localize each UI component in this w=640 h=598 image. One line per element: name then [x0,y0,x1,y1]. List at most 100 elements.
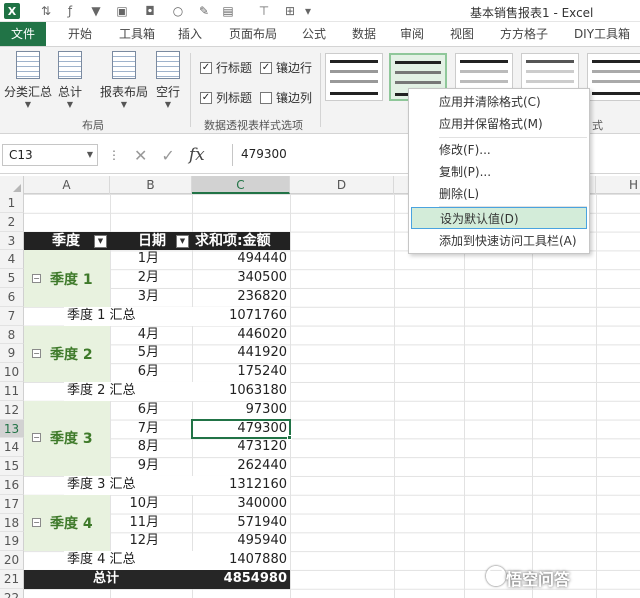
grand-totals-button[interactable]: 总计 ▼ [58,51,82,109]
tab-file[interactable]: 文件 [0,22,46,46]
menu-item-set-default[interactable]: 设为默认值(D) [411,207,587,229]
tab-diy-toolbox[interactable]: DIY工具箱 [568,22,636,46]
checkbox-row-headers[interactable]: ✓ 行标题 [200,59,252,76]
amount-cell[interactable]: 175240 [192,363,290,382]
date-cell[interactable]: 5月 [110,344,162,363]
tab-data[interactable]: 数据 [344,22,384,46]
function-icon[interactable]: ƒ [62,3,78,19]
row-header[interactable]: 6 [0,288,24,307]
subtotal-amount[interactable]: 1312160 [192,476,290,495]
document-icon[interactable]: ▣ [114,3,130,19]
name-box[interactable]: C13 ▼ [2,144,98,166]
subtotal-label[interactable]: 季度 2 汇总 [64,382,192,401]
amount-cell[interactable]: 473120 [192,438,290,457]
tab-fangfang[interactable]: 方方格子 [494,22,554,46]
report-layout-button[interactable]: 报表布局 ▼ [100,51,148,109]
row-header[interactable]: 3 [0,231,24,251]
subtotal-label[interactable]: 季度 4 汇总 [64,551,192,570]
select-all-button[interactable] [0,176,24,194]
menu-item-modify[interactable]: 修改(F)... [411,139,587,161]
row-header[interactable]: 17 [0,494,24,514]
menu-item-delete[interactable]: 删除(L) [411,183,587,205]
row-header[interactable]: 22 [0,588,24,598]
freeze-icon[interactable]: ⊞ [282,3,298,19]
date-cell[interactable]: 7月 [110,420,162,439]
row-header[interactable]: 16 [0,476,24,495]
date-cell[interactable]: 8月 [110,438,162,457]
row-header[interactable]: 21 [0,570,24,589]
menu-item-duplicate[interactable]: 复制(P)... [411,161,587,183]
worksheet-grid[interactable]: 1 2 3 4 5 6 7 8 9 10 11 12 13 14 15 16 17 18 19 20 21 22 季度 ▼ 日期… [0,194,640,598]
tab-review[interactable]: 审阅 [392,22,432,46]
pivot-style-thumb[interactable] [587,53,640,101]
amount-cell[interactable]: 441920 [192,344,290,363]
row-header[interactable]: 8 [0,325,24,345]
row-header[interactable]: 13 [0,419,24,439]
row-header[interactable]: 19 [0,532,24,552]
amount-cell[interactable]: 236820 [192,288,290,307]
shape-icon[interactable]: ○ [170,3,186,19]
filter-dropdown-icon[interactable]: ▼ [94,234,107,248]
row-header[interactable]: 9 [0,344,24,364]
date-cell[interactable]: 6月 [110,401,162,420]
amount-cell[interactable]: 340500 [192,269,290,288]
row-header[interactable]: 20 [0,551,24,570]
filter-icon[interactable]: ▼ [88,3,104,19]
date-cell[interactable]: 9月 [110,457,162,476]
fill-handle[interactable] [287,435,292,441]
collapse-icon[interactable]: − [32,433,41,443]
date-cell[interactable]: 2月 [110,269,162,288]
tab-view[interactable]: 视图 [442,22,482,46]
row-header[interactable]: 1 [0,194,24,213]
column-header[interactable]: A [24,176,110,194]
column-header[interactable]: B [110,176,192,194]
paste-icon[interactable]: ▤ [220,3,236,19]
grand-total-label[interactable]: 总计 [90,570,150,589]
collapse-icon[interactable]: − [32,273,41,283]
chevron-down-icon[interactable]: ▼ [87,150,93,159]
collapse-icon[interactable]: − [32,348,41,358]
column-header-selected[interactable]: C [192,176,290,194]
column-header[interactable]: H [596,176,640,194]
date-cell[interactable]: 3月 [110,288,162,307]
date-cell[interactable]: 6月 [110,363,162,382]
insert-function-icon[interactable]: fx [189,145,205,165]
amount-cell[interactable]: 97300 [192,401,290,420]
cancel-icon[interactable]: ✕ [134,146,147,165]
checkbox-banded-rows[interactable]: ✓ 镶边行 [260,59,312,76]
grand-total-amount[interactable]: 4854980 [192,570,290,589]
menu-item-add-to-qat[interactable]: 添加到快速访问工具栏(A) [411,230,587,252]
row-header[interactable]: 14 [0,438,24,458]
pivot-header-sum[interactable]: 求和项:金额 [192,231,290,251]
sort-icon[interactable]: ⇅ [38,3,54,19]
amount-cell[interactable]: 495940 [192,532,290,551]
subtotal-amount[interactable]: 1071760 [192,306,290,326]
tab-formulas[interactable]: 公式 [294,22,334,46]
row-header[interactable]: 12 [0,400,24,420]
collapse-icon[interactable]: − [32,518,41,527]
date-cell[interactable]: 1月 [110,250,162,269]
blank-rows-button[interactable]: 空行 ▼ [156,51,180,109]
subtotal-label[interactable]: 季度 3 汇总 [64,476,192,495]
menu-item-apply-keep[interactable]: 应用并保留格式(M) [411,113,587,135]
amount-cell[interactable]: 446020 [192,326,290,345]
checkbox-col-headers[interactable]: ✓ 列标题 [200,89,252,106]
amount-cell[interactable]: 340000 [192,495,290,514]
brush-icon[interactable]: ✎ [196,3,212,19]
camera-icon[interactable]: ◘ [142,3,158,19]
row-header[interactable]: 18 [0,513,24,533]
menu-item-apply-clear[interactable]: 应用并清除格式(C) [411,91,587,113]
date-cell[interactable]: 10月 [110,495,162,514]
row-header[interactable]: 10 [0,363,24,382]
enter-icon[interactable]: ✓ [161,146,174,165]
amount-cell[interactable]: 571940 [192,514,290,533]
merge-icon[interactable]: ⊤ [256,3,272,19]
tab-page-layout[interactable]: 页面布局 [222,22,284,46]
amount-cell[interactable]: 262440 [192,457,290,476]
date-cell[interactable]: 12月 [110,532,162,551]
checkbox-banded-cols[interactable]: 镶边列 [260,89,312,106]
date-cell[interactable]: 4月 [110,326,162,345]
row-header[interactable]: 4 [0,250,24,270]
subtotals-button[interactable]: 分类汇总 ▼ [4,51,52,109]
tab-insert[interactable]: 插入 [170,22,210,46]
